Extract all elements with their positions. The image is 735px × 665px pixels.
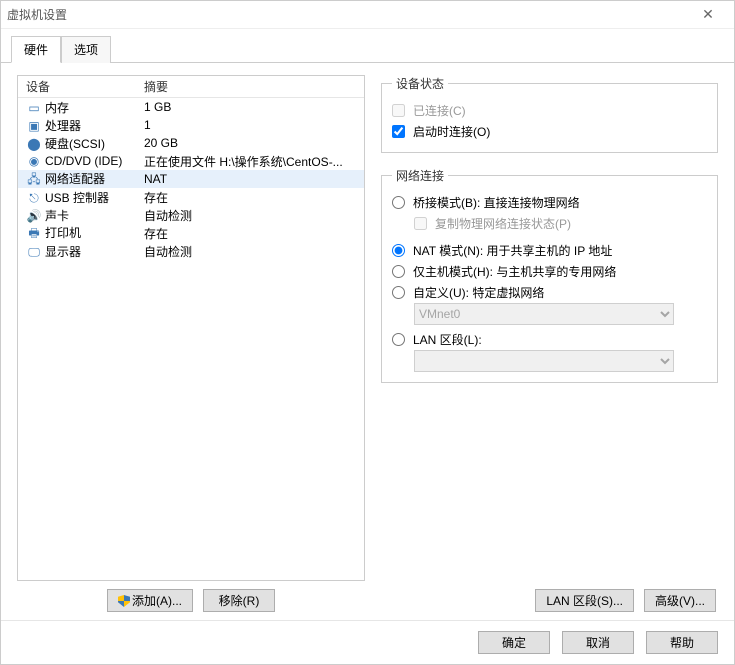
connect-on-start-row[interactable]: 启动时连接(O)	[392, 121, 707, 142]
bridged-radio-row[interactable]: 桥接模式(B): 直接连接物理网络	[392, 192, 707, 213]
device-name: CD/DVD (IDE)	[45, 154, 122, 168]
bridged-radio[interactable]	[392, 196, 405, 209]
device-row-printer[interactable]: 🖶打印机 存在	[18, 224, 364, 242]
net-icon: 🖧	[26, 174, 42, 188]
nat-radio-row[interactable]: NAT 模式(N): 用于共享主机的 IP 地址	[392, 240, 707, 261]
close-icon[interactable]: ✕	[688, 6, 728, 23]
help-button[interactable]: 帮助	[646, 631, 718, 654]
nat-label: NAT 模式(N): 用于共享主机的 IP 地址	[413, 242, 612, 259]
device-row-net[interactable]: 🖧网络适配器 NAT	[18, 170, 364, 188]
connected-checkbox	[392, 104, 405, 117]
device-summary: 存在	[144, 189, 358, 206]
nat-radio[interactable]	[392, 244, 405, 257]
lanseg-radio[interactable]	[392, 333, 405, 346]
tab-options[interactable]: 选项	[61, 36, 111, 63]
device-row-cpu[interactable]: ▣处理器 1	[18, 116, 364, 134]
device-name: 打印机	[45, 226, 81, 240]
device-summary: NAT	[144, 172, 358, 186]
network-connection-legend: 网络连接	[392, 167, 448, 184]
device-name: 显示器	[45, 245, 81, 259]
replicate-label: 复制物理网络连接状态(P)	[435, 215, 571, 232]
custom-label: 自定义(U): 特定虚拟网络	[413, 284, 544, 301]
bridged-label: 桥接模式(B): 直接连接物理网络	[413, 194, 580, 211]
device-name: 内存	[45, 101, 69, 115]
device-status-group: 设备状态 已连接(C) 启动时连接(O)	[381, 75, 718, 153]
cancel-button[interactable]: 取消	[562, 631, 634, 654]
lanseg-radio-row[interactable]: LAN 区段(L):	[392, 329, 707, 350]
printer-icon: 🖶	[26, 228, 42, 242]
device-name: USB 控制器	[45, 191, 109, 205]
add-device-button[interactable]: 添加(A)...	[107, 589, 193, 612]
tab-bar: 硬件 选项	[1, 29, 734, 63]
device-row-sound[interactable]: 🔊声卡 自动检测	[18, 206, 364, 224]
usb-icon: ⎋	[26, 191, 42, 205]
device-row-memory[interactable]: ▭内存 1 GB	[18, 98, 364, 116]
connect-on-start-label: 启动时连接(O)	[413, 123, 490, 140]
device-name: 网络适配器	[45, 172, 105, 186]
lan-segments-button[interactable]: LAN 区段(S)...	[535, 589, 634, 612]
replicate-checkbox	[414, 217, 427, 230]
window-title: 虚拟机设置	[7, 6, 67, 23]
custom-radio[interactable]	[392, 286, 405, 299]
device-summary: 存在	[144, 225, 358, 242]
ok-button[interactable]: 确定	[478, 631, 550, 654]
connected-checkbox-row: 已连接(C)	[392, 100, 707, 121]
lanseg-select	[414, 350, 674, 372]
device-name: 硬盘(SCSI)	[45, 137, 105, 151]
device-name: 处理器	[45, 119, 81, 133]
hostonly-label: 仅主机模式(H): 与主机共享的专用网络	[413, 263, 616, 280]
replicate-row: 复制物理网络连接状态(P)	[414, 213, 707, 234]
device-row-display[interactable]: 🖵显示器 自动检测	[18, 242, 364, 260]
remove-device-button[interactable]: 移除(R)	[203, 589, 275, 612]
device-list[interactable]: 设备 摘要 ▭内存 1 GB ▣处理器 1 ⬤硬盘(SCSI) 20 GB ◉CD/DVD …	[17, 75, 365, 581]
disk-icon: ⬤	[26, 137, 42, 151]
memory-icon: ▭	[26, 101, 42, 115]
sound-icon: 🔊	[26, 209, 42, 223]
device-summary: 1 GB	[144, 100, 358, 114]
vmnet-select: VMnet0	[414, 303, 674, 325]
device-row-disk[interactable]: ⬤硬盘(SCSI) 20 GB	[18, 134, 364, 152]
col-device-header: 设备	[24, 78, 144, 95]
hostonly-radio-row[interactable]: 仅主机模式(H): 与主机共享的专用网络	[392, 261, 707, 282]
col-summary-header: 摘要	[144, 78, 358, 95]
cpu-icon: ▣	[26, 119, 42, 133]
device-summary: 1	[144, 118, 358, 132]
connect-on-start-checkbox[interactable]	[392, 125, 405, 138]
display-icon: 🖵	[26, 245, 42, 259]
device-name: 声卡	[45, 209, 69, 223]
shield-icon	[118, 595, 130, 607]
device-summary: 正在使用文件 H:\操作系统\CentOS-...	[144, 153, 358, 170]
device-row-usb[interactable]: ⎋USB 控制器 存在	[18, 188, 364, 206]
device-summary: 自动检测	[144, 207, 358, 224]
lanseg-label: LAN 区段(L):	[413, 331, 482, 348]
network-connection-group: 网络连接 桥接模式(B): 直接连接物理网络 复制物理网络连接状态(P) NAT…	[381, 167, 718, 383]
cd-icon: ◉	[26, 154, 42, 168]
tab-hardware[interactable]: 硬件	[11, 36, 61, 63]
connected-label: 已连接(C)	[413, 102, 466, 119]
device-row-cd[interactable]: ◉CD/DVD (IDE) 正在使用文件 H:\操作系统\CentOS-...	[18, 152, 364, 170]
device-summary: 20 GB	[144, 136, 358, 150]
advanced-button[interactable]: 高级(V)...	[644, 589, 716, 612]
device-status-legend: 设备状态	[392, 75, 448, 92]
device-summary: 自动检测	[144, 243, 358, 260]
custom-radio-row[interactable]: 自定义(U): 特定虚拟网络	[392, 282, 707, 303]
hostonly-radio[interactable]	[392, 265, 405, 278]
